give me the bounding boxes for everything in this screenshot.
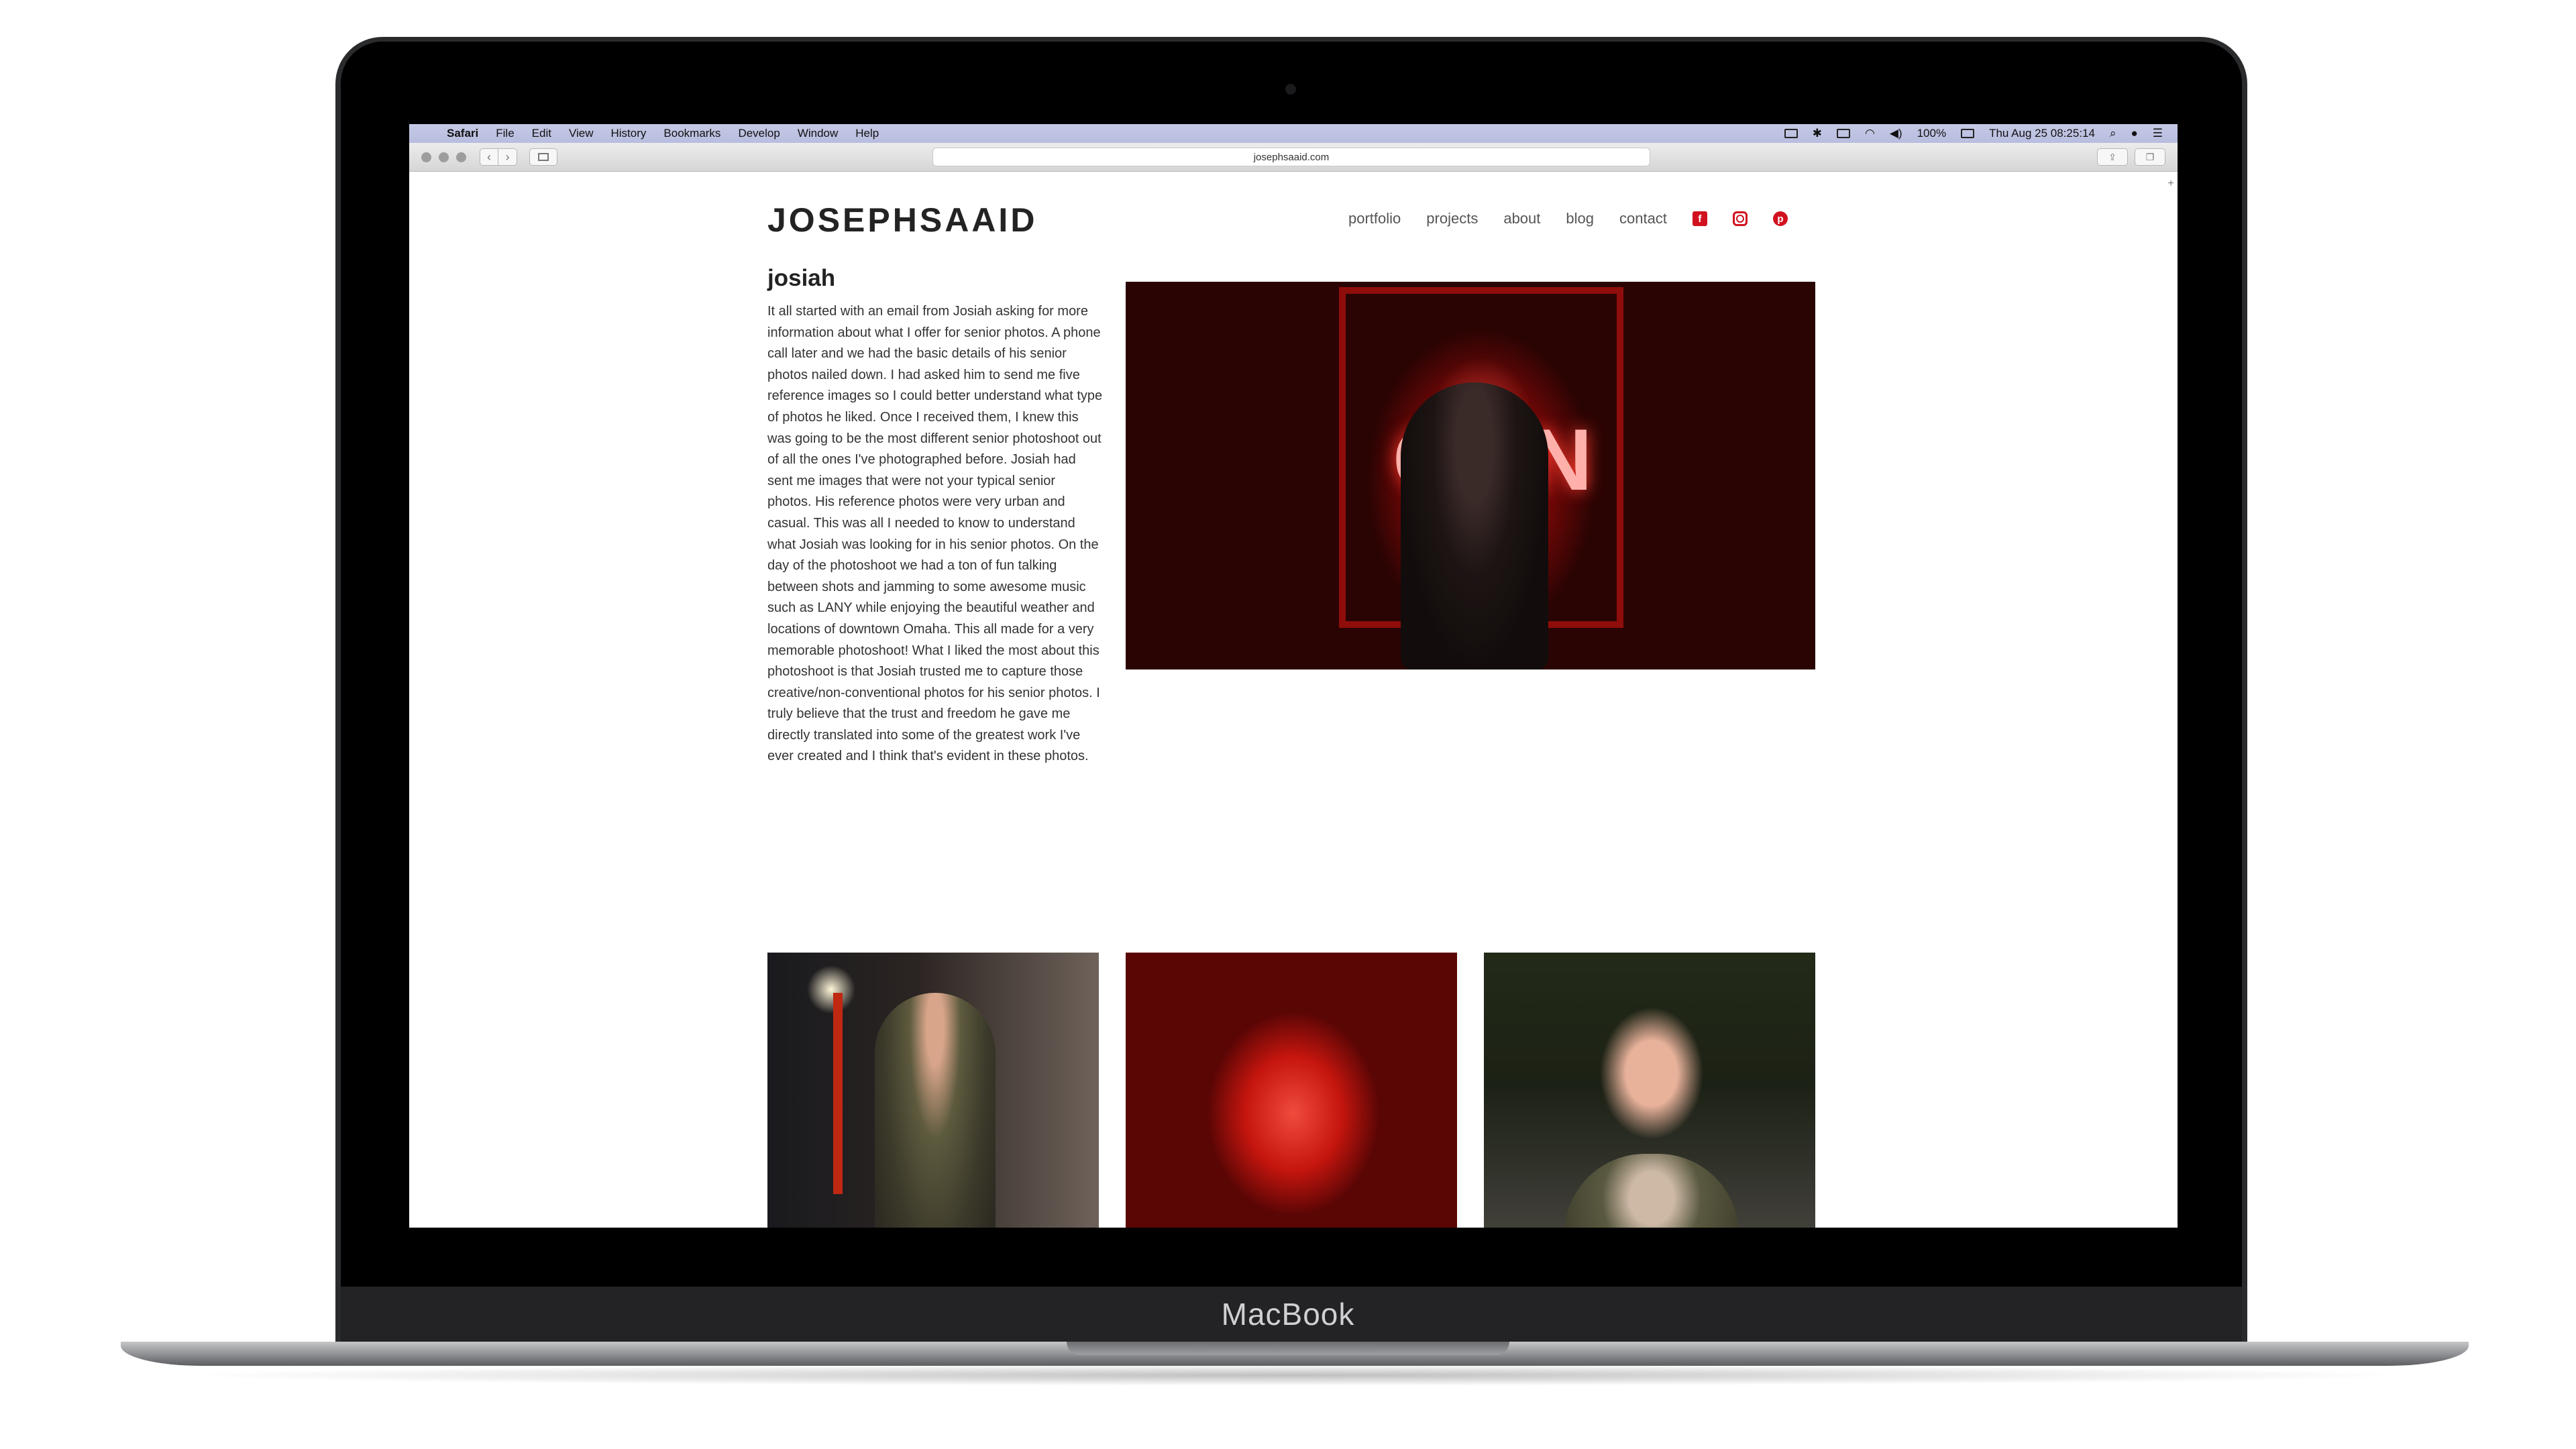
instagram-icon[interactable]: [1732, 211, 1748, 226]
display-icon[interactable]: [1837, 129, 1850, 138]
airplay-icon[interactable]: [1784, 129, 1798, 138]
nav-projects[interactable]: projects: [1426, 210, 1478, 227]
menu-item-view[interactable]: View: [569, 127, 594, 140]
nav-about[interactable]: about: [1503, 210, 1540, 227]
subject-silhouette: [1401, 382, 1548, 669]
tabs-button[interactable]: ❐: [2135, 148, 2165, 166]
site-logo[interactable]: JOSEPHSAAID: [767, 201, 1037, 239]
status-area: ✱ ◠ ◀) 100% Thu Aug 25 08:25:14 ⌕ ● ☰: [1784, 127, 2178, 140]
sidebar-icon: [538, 153, 549, 161]
menu-item-edit[interactable]: Edit: [532, 127, 551, 140]
nav-portfolio[interactable]: portfolio: [1348, 210, 1401, 227]
menu-item-bookmarks[interactable]: Bookmarks: [663, 127, 720, 140]
facebook-icon[interactable]: f: [1692, 211, 1707, 226]
history-nav: ‹ ›: [480, 148, 517, 166]
menu-item-develop[interactable]: Develop: [738, 127, 780, 140]
subject-walking: [875, 993, 996, 1228]
menu-item-file[interactable]: File: [496, 127, 514, 140]
volume-icon[interactable]: ◀): [1890, 127, 1902, 140]
share-button[interactable]: ⇪: [2097, 148, 2128, 166]
screen: Safari File Edit View History Bookmarks …: [409, 124, 2178, 1228]
battery-percent: 100%: [1917, 127, 1947, 140]
hero-photo[interactable]: CAN: [1126, 282, 1815, 669]
laptop-base-notch: [1067, 1342, 1509, 1355]
nav-blog[interactable]: blog: [1566, 210, 1594, 227]
spotlight-search-icon[interactable]: ⌕: [2110, 127, 2116, 140]
nav-contact[interactable]: contact: [1619, 210, 1667, 227]
close-window-button[interactable]: [421, 152, 431, 162]
toolbar-right: ⇪ ❐: [2090, 148, 2165, 166]
story-text: It all started with an email from Josiah…: [767, 304, 1103, 764]
back-button[interactable]: ‹: [480, 148, 498, 166]
bluetooth-icon[interactable]: ✱: [1813, 127, 1822, 140]
wifi-icon[interactable]: ◠: [1865, 127, 1875, 140]
address-bar[interactable]: josephsaaid.com: [932, 148, 1650, 166]
menu-bar: Safari File Edit View History Bookmarks …: [409, 124, 2178, 143]
forward-button[interactable]: ›: [498, 148, 517, 166]
battery-icon[interactable]: [1961, 129, 1975, 138]
gallery-photo-trees[interactable]: [1484, 953, 1815, 1228]
zoom-window-button[interactable]: [456, 152, 466, 162]
user-icon[interactable]: ●: [2131, 127, 2137, 140]
instagram-lens: [1735, 215, 1744, 223]
website: JOSEPHSAAID portfolio projects about blo…: [409, 171, 2178, 1228]
menu-item-help[interactable]: Help: [855, 127, 879, 140]
gallery-photo-street[interactable]: [767, 953, 1099, 1228]
menu-item-history[interactable]: History: [611, 127, 647, 140]
minimize-window-button[interactable]: [439, 152, 449, 162]
device-label: MacBook: [1221, 1297, 1355, 1332]
browser-toolbar: ‹ › josephsaaid.com ⇪ ❐ +: [409, 143, 2178, 189]
sidebar-toggle-button[interactable]: [529, 148, 557, 166]
camera-icon: [1285, 84, 1296, 95]
share-icon: ⇪: [2108, 152, 2116, 162]
pinterest-icon[interactable]: p: [1772, 211, 1788, 226]
page-title: josiah: [767, 265, 836, 291]
menu-item-window[interactable]: Window: [798, 127, 838, 140]
subject-standing: [1564, 1154, 1739, 1228]
clock[interactable]: Thu Aug 25 08:25:14: [1989, 127, 2095, 140]
gallery-photo-red-portrait[interactable]: [1126, 953, 1457, 1228]
notification-center-icon[interactable]: ☰: [2153, 127, 2163, 140]
site-nav: portfolio projects about blog contact f …: [1348, 210, 1813, 227]
menu-item-safari[interactable]: Safari: [447, 127, 478, 140]
laptop-shadow: [174, 1364, 2415, 1386]
tabs-icon: ❐: [2145, 152, 2155, 162]
light-pole: [833, 993, 843, 1194]
